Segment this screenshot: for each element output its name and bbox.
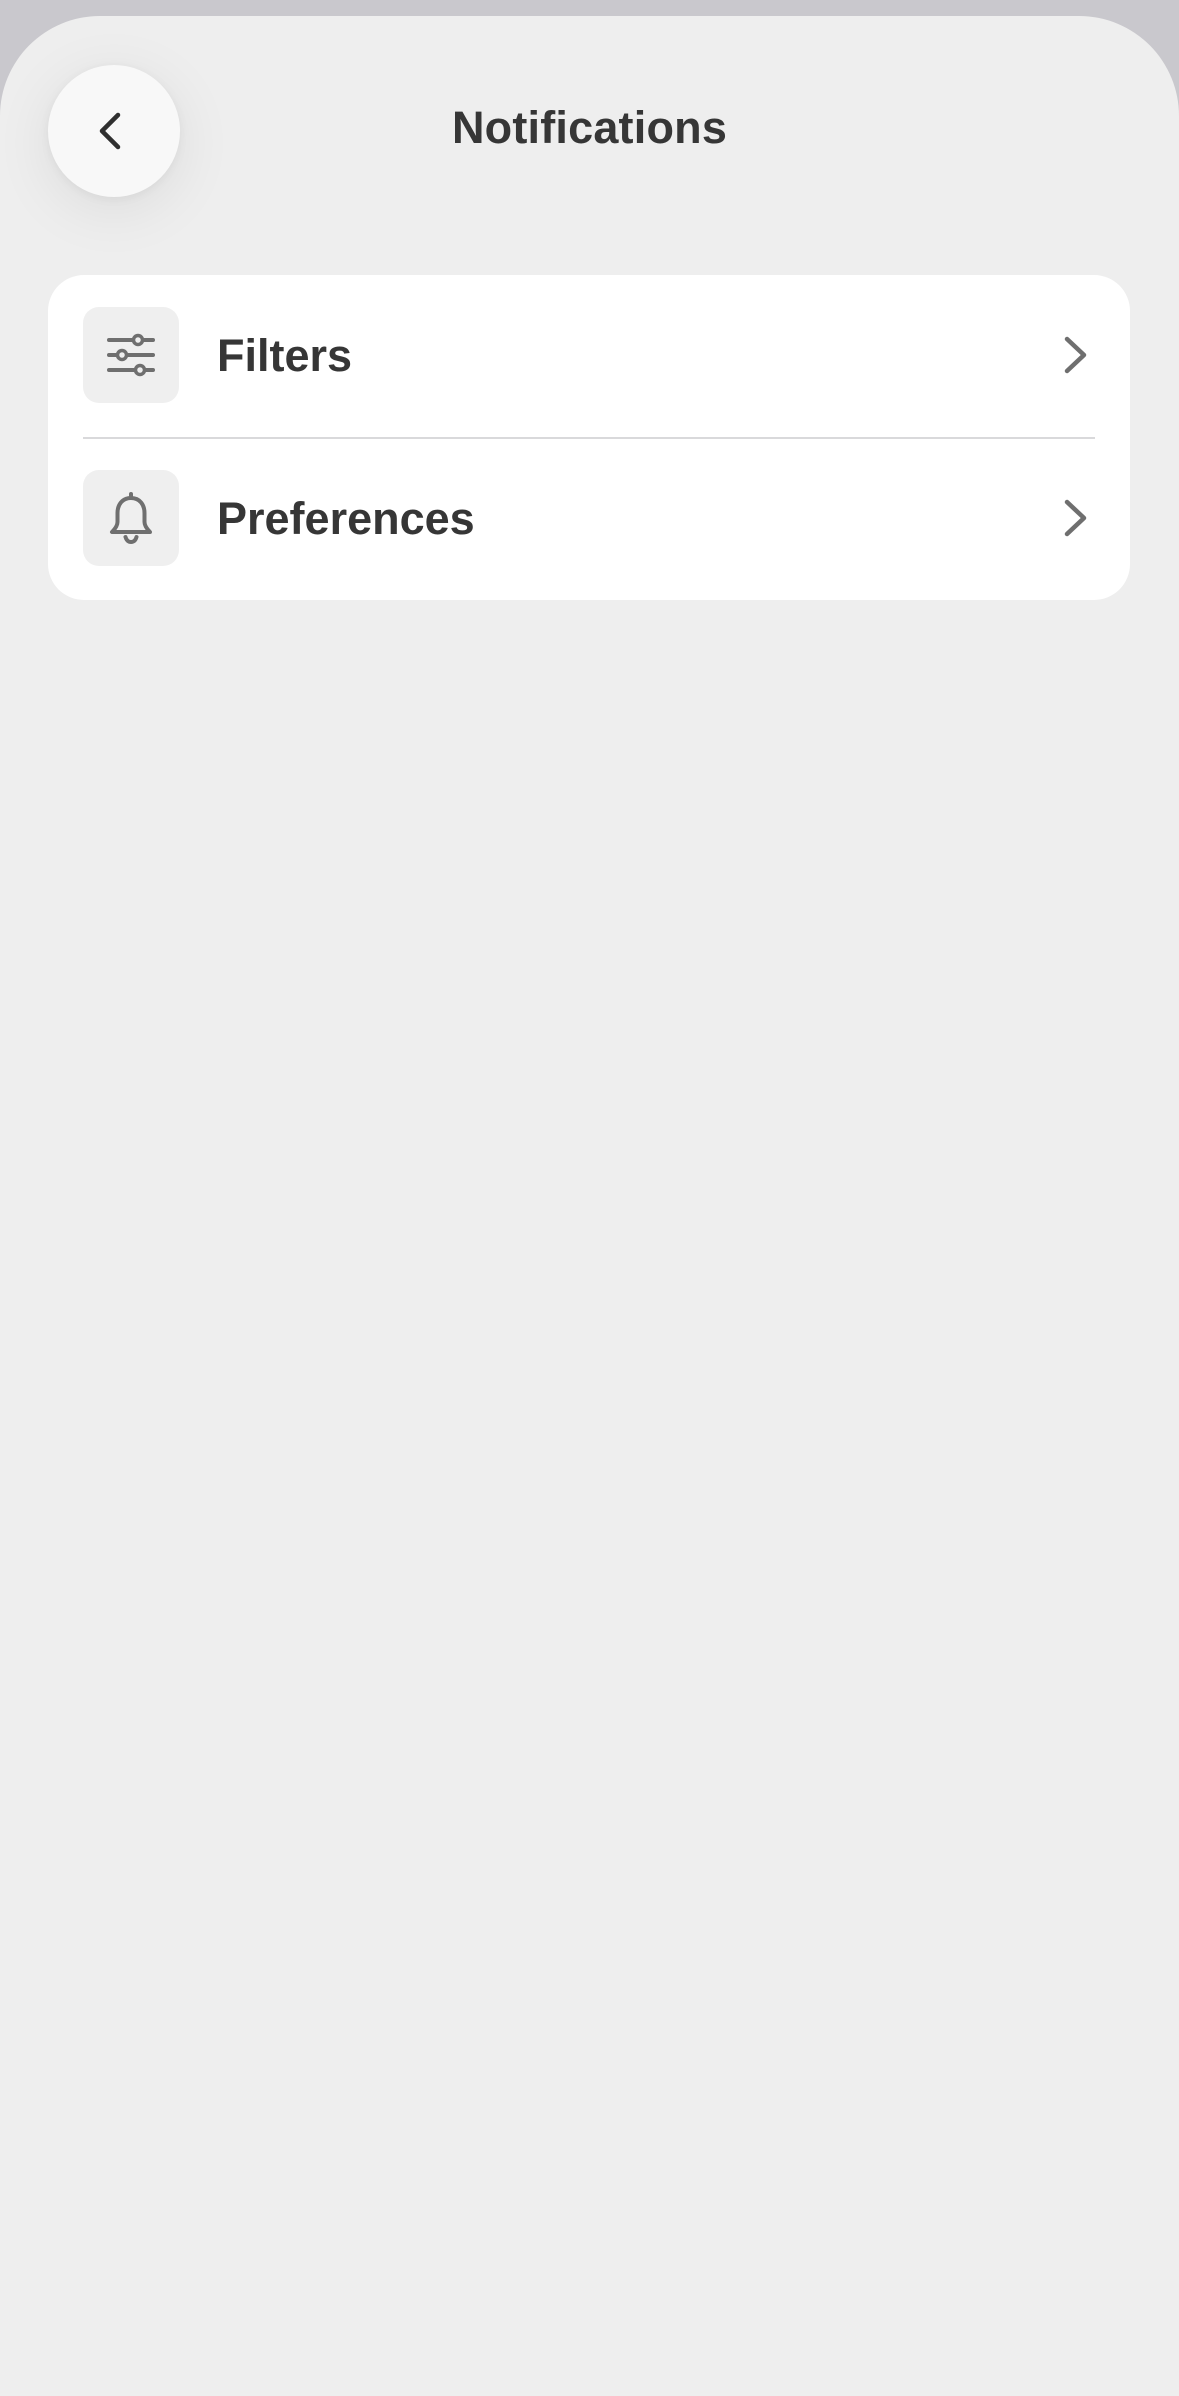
preferences-label: Preferences (217, 493, 475, 544)
bell-icon (110, 492, 152, 545)
filters-icon-box (83, 307, 179, 403)
preferences-icon-box (83, 470, 179, 566)
back-button[interactable] (48, 65, 180, 197)
notifications-screen: Notifications Filters Preferences (0, 16, 1179, 2396)
sliders-icon (107, 333, 155, 377)
chevron-right-icon (1064, 499, 1087, 537)
preferences-row[interactable]: Preferences (48, 438, 1130, 600)
settings-card: Filters Preferences (48, 275, 1130, 600)
chevron-left-icon (99, 112, 121, 150)
filters-label: Filters (217, 330, 353, 381)
chevron-right-icon (1064, 336, 1087, 374)
filters-row[interactable]: Filters (48, 275, 1130, 437)
